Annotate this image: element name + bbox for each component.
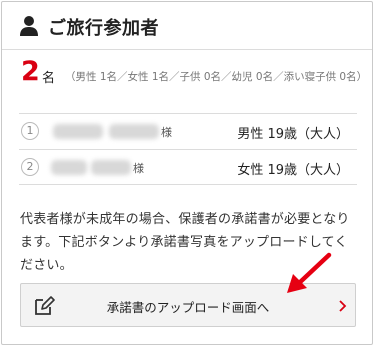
- traveler-honorific: 様: [161, 126, 172, 139]
- traveler-given-name-redacted: [109, 124, 159, 139]
- participant-count: 2: [21, 56, 40, 87]
- upload-consent-label: 承諾書のアップロード画面へ: [106, 300, 270, 315]
- traveler-honorific: 様: [133, 162, 144, 175]
- traveler-row: 1 様 男性 19歳（大人）: [19, 113, 357, 149]
- traveler-row: 2 様 女性 19歳（大人）: [19, 149, 357, 185]
- traveler-detail: 女性 19歳（大人）: [237, 163, 349, 178]
- person-icon: [20, 16, 38, 36]
- upload-consent-button[interactable]: 承諾書のアップロード画面へ: [20, 283, 356, 327]
- traveler-index: 2: [21, 158, 39, 176]
- card-header: ご旅行参加者: [2, 2, 372, 50]
- participant-count-unit: 名: [42, 71, 56, 86]
- traveler-given-name-redacted: [91, 160, 131, 175]
- chevron-right-icon: [339, 300, 347, 312]
- traveler-detail: 男性 19歳（大人）: [237, 127, 349, 142]
- card-title: ご旅行参加者: [48, 18, 159, 39]
- guardian-consent-notice: 代表者様が未成年の場合、保護者の承諾書が必要となります。下記ボタンより承諾書写真…: [20, 212, 350, 273]
- traveler-card: ご旅行参加者 （男性 1名／女性 1名／子供 0名／幼児 0名／添い寝子供 0名…: [1, 1, 373, 345]
- traveler-index: 1: [21, 122, 39, 140]
- traveler-surname-redacted: [51, 160, 87, 175]
- traveler-surname-redacted: [53, 124, 103, 139]
- participant-breakdown: （男性 1名／女性 1名／子供 0名／幼児 0名／添い寝子供 0名）: [65, 71, 368, 83]
